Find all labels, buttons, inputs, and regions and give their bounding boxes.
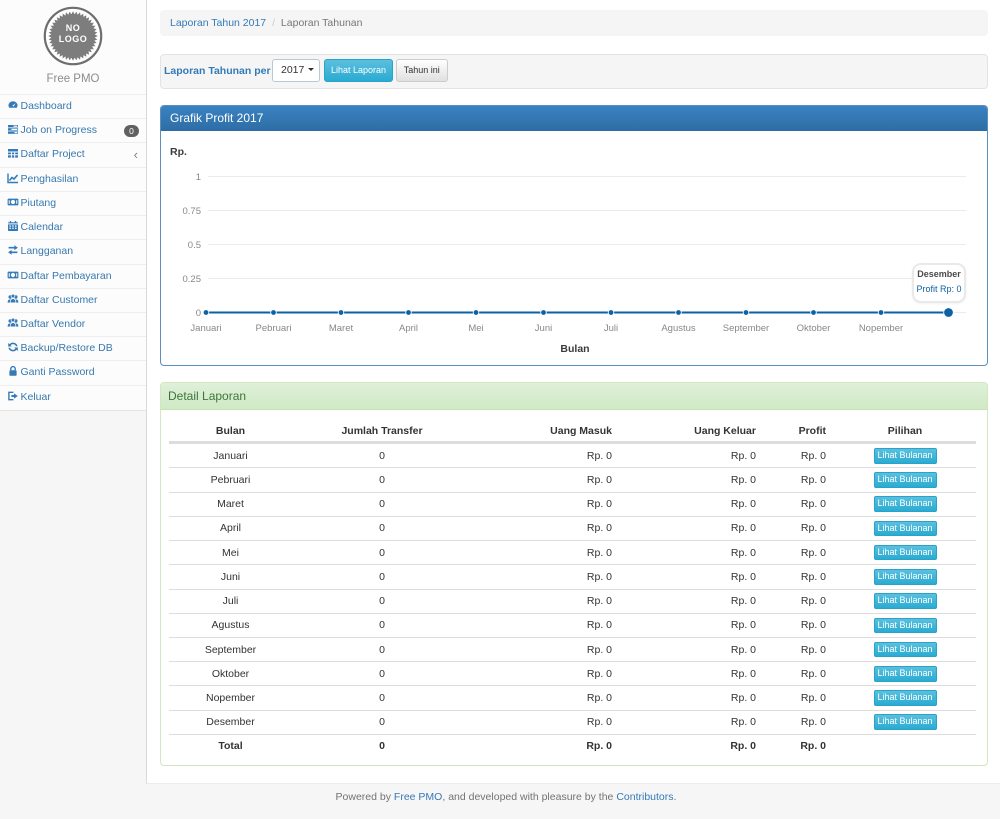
svg-text:Pebruari: Pebruari (256, 323, 292, 334)
svg-text:1: 1 (196, 172, 201, 183)
svg-text:Juli: Juli (604, 323, 618, 334)
svg-text:LOGO: LOGO (59, 34, 88, 44)
svg-text:Nopember: Nopember (859, 323, 903, 334)
svg-text:April: April (399, 323, 418, 334)
svg-text:0.75: 0.75 (183, 206, 202, 217)
svg-text:Juni: Juni (535, 323, 552, 334)
svg-text:September: September (723, 323, 769, 334)
svg-text:Maret: Maret (329, 323, 354, 334)
svg-text:0.5: 0.5 (188, 240, 201, 251)
svg-text:0.25: 0.25 (183, 274, 202, 285)
svg-text:Agustus: Agustus (661, 323, 696, 334)
svg-text:Bulan: Bulan (560, 343, 589, 355)
svg-text:Rp.: Rp. (170, 146, 187, 158)
svg-text:Januari: Januari (190, 323, 221, 334)
svg-text:Oktober: Oktober (797, 323, 831, 334)
svg-text:NO: NO (66, 23, 81, 33)
svg-text:Mei: Mei (468, 323, 483, 334)
svg-text:0: 0 (196, 308, 201, 319)
